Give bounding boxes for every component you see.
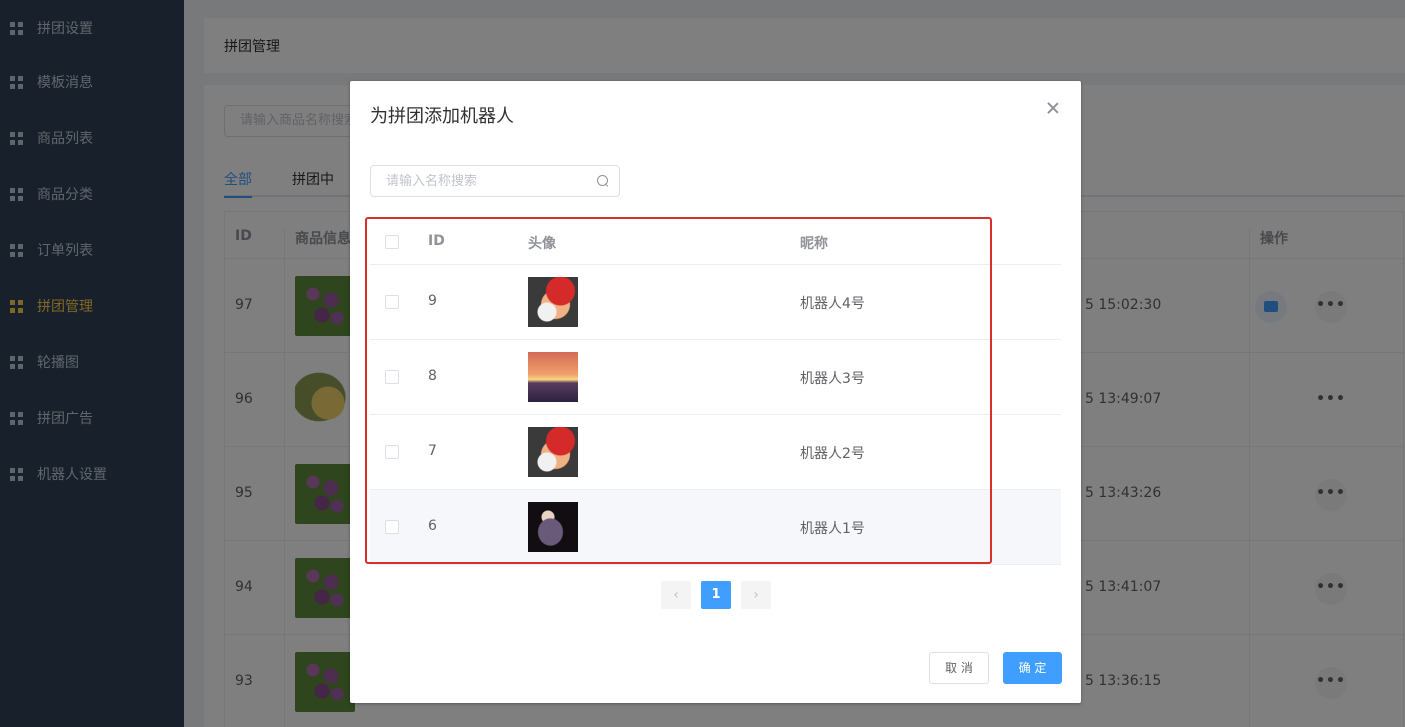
chevron-left-icon[interactable]: ‹ xyxy=(661,581,691,609)
chevron-right-icon[interactable]: › xyxy=(741,581,771,609)
dialog-title: 为拼团添加机器人 xyxy=(370,106,514,127)
search-icon[interactable] xyxy=(597,175,609,187)
page-number-button[interactable]: 1 xyxy=(701,581,731,609)
close-icon[interactable] xyxy=(1046,101,1060,115)
confirm-button[interactable]: 确 定 xyxy=(1003,652,1062,684)
robot-search-field[interactable] xyxy=(370,165,620,197)
robot-search-input[interactable] xyxy=(371,166,591,196)
cancel-button[interactable]: 取 消 xyxy=(929,652,989,684)
highlight-box xyxy=(365,217,992,564)
